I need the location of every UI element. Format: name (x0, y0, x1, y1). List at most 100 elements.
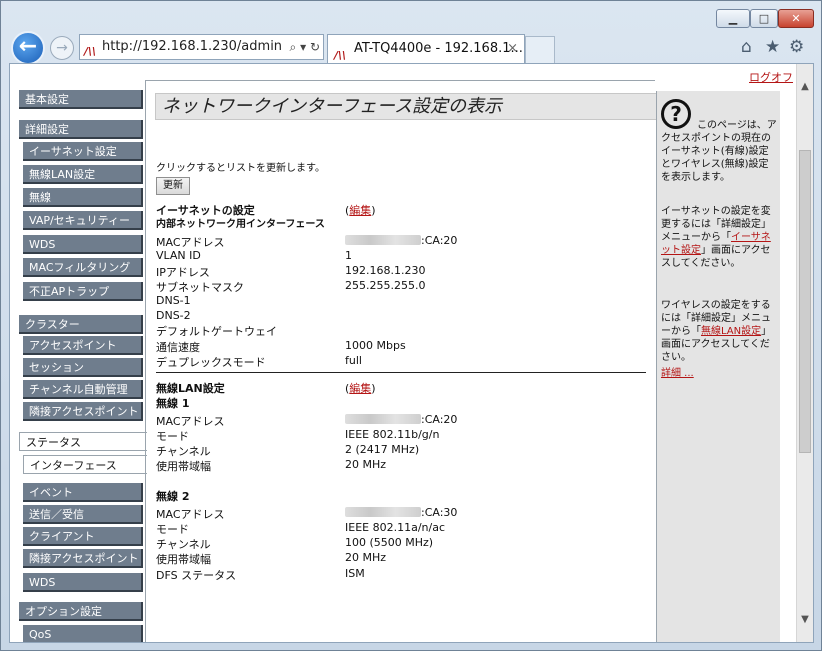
search-icon[interactable]: ⌕ (290, 40, 297, 54)
radio2-mac-value: :CA:30 (345, 506, 457, 519)
help-panel: ? このページは、アクセスポイントの現在のイーサネット(有線)設定とワイヤレス(… (656, 91, 780, 642)
nav-neighbor-ap[interactable]: 隣接アクセスポイント (23, 402, 143, 421)
ethernet-edit-link[interactable]: 編集 (349, 204, 371, 217)
nav-status[interactable]: ステータス (19, 432, 147, 451)
address-bar[interactable]: /\\ http://192.168.1.230/admin ⌕ ▾ ↻ (79, 34, 324, 60)
radio1-label-bandwidth: 使用帯域幅 (156, 460, 211, 473)
radio2-label-dfs: DFS ステータス (156, 569, 237, 582)
nav-vap-security[interactable]: VAP/セキュリティー (23, 211, 143, 230)
scroll-down-icon[interactable]: ▼ (797, 611, 813, 628)
mac-suffix: :CA:30 (421, 506, 458, 519)
nav-wlan-settings[interactable]: 無線LAN設定 (23, 165, 143, 184)
help-wireless: ワイヤレスの設定をするには「詳細設定」メニューから「無線LAN設定」画面にアクセ… (661, 299, 777, 364)
section-divider (156, 372, 646, 373)
wlan-heading: 無線LAN設定 (156, 382, 225, 395)
maximize-button[interactable]: □ (750, 9, 778, 28)
vertical-scrollbar[interactable]: ▲ ▼ (796, 64, 813, 642)
nav-clients[interactable]: クライアント (23, 527, 143, 546)
site-favicon-icon: /\\ (84, 45, 97, 58)
nav-mac-filtering[interactable]: MACフィルタリング (23, 258, 143, 277)
ethernet-edit: (編集) (345, 202, 376, 218)
redacted-mac-prefix (345, 235, 421, 245)
nav-access-points[interactable]: アクセスポイント (23, 336, 143, 355)
label-dns2: DNS-2 (156, 309, 191, 322)
radio2-bandwidth-value: 20 MHz (345, 551, 387, 564)
ethernet-subnet-value: 255.255.255.0 (345, 279, 426, 292)
radio1-label-channel: チャンネル (156, 445, 211, 458)
refresh-button[interactable]: 更新 (156, 177, 190, 195)
nav-options[interactable]: オプション設定 (19, 602, 143, 621)
help-wireless-link[interactable]: 無線LAN設定 (701, 326, 761, 337)
label-dns1: DNS-1 (156, 294, 191, 307)
ethernet-ip-value: 192.168.1.230 (345, 264, 426, 277)
radio2-label-channel: チャンネル (156, 538, 211, 551)
nav-sessions[interactable]: セッション (23, 358, 143, 377)
radio1-label-mode: モード (156, 430, 189, 443)
radio2-dfs-value: ISM (345, 567, 365, 580)
help-ethernet: イーサネットの設定を変更するには「詳細設定」メニューから「イーサネット設定」画面… (661, 205, 777, 270)
forward-button[interactable]: → (50, 36, 74, 60)
label-mac: MACアドレス (156, 236, 225, 249)
address-controls[interactable]: ⌕ ▾ ↻ (290, 35, 320, 59)
wlan-edit: (編集) (345, 380, 376, 396)
nav-basic-settings[interactable]: 基本設定 (19, 90, 143, 109)
scroll-thumb[interactable] (799, 150, 811, 453)
radio2-label-mode: モード (156, 523, 189, 536)
page-viewport: ログオフ 基本設定 詳細設定 イーサネット設定 無線LAN設定 無線 VAP/セ… (9, 63, 814, 643)
favorites-star-icon[interactable]: ★ (765, 37, 780, 57)
paren-close: ) (371, 204, 376, 217)
radio2-channel-value: 100 (5500 MHz) (345, 536, 434, 549)
radio2-heading: 無線 2 (156, 490, 190, 503)
nav-events[interactable]: イベント (23, 483, 143, 502)
ethernet-mac-value: :CA:20 (345, 234, 457, 247)
home-icon[interactable]: ⌂ (741, 37, 752, 57)
radio1-label-mac: MACアドレス (156, 415, 225, 428)
help-more-link[interactable]: 詳細 ... (661, 368, 694, 379)
main-content: ネットワークインターフェース設定の表示 クリックするとリストを更新します。 更新… (145, 80, 679, 642)
mac-suffix: :CA:20 (421, 413, 458, 426)
radio2-mode-value: IEEE 802.11a/n/ac (345, 521, 445, 534)
nav-wds-status[interactable]: WDS (23, 573, 143, 592)
label-vlan: VLAN ID (156, 249, 201, 262)
forward-arrow-icon: → (56, 40, 68, 56)
redacted-mac-prefix (345, 507, 421, 517)
nav-rogue-ap[interactable]: 不正APトラップ (23, 282, 143, 301)
new-tab-button[interactable] (525, 36, 555, 63)
nav-advanced-settings[interactable]: 詳細設定 (19, 120, 143, 139)
ethernet-vlan-value: 1 (345, 249, 352, 262)
label-ip: IPアドレス (156, 266, 210, 279)
refresh-icon[interactable]: ↻ (310, 40, 320, 54)
url-text: http://192.168.1.230/admin (102, 39, 283, 54)
nav-interfaces[interactable]: インターフェース (23, 455, 147, 474)
logoff-link[interactable]: ログオフ (749, 69, 793, 85)
nav-wds[interactable]: WDS (23, 235, 143, 254)
ethernet-speed-value: 1000 Mbps (345, 339, 406, 352)
wlan-edit-link[interactable]: 編集 (349, 382, 371, 395)
ethernet-duplex-value: full (345, 354, 362, 367)
refresh-instructions: クリックするとリストを更新します。 (156, 163, 325, 174)
label-duplex: デュプレックスモード (156, 356, 266, 369)
label-gateway: デフォルトゲートウェイ (156, 325, 277, 338)
nav-channel-management[interactable]: チャンネル自動管理 (23, 380, 143, 399)
scroll-up-icon[interactable]: ▲ (797, 78, 813, 95)
paren-close: ) (371, 382, 376, 395)
settings-gear-icon[interactable]: ⚙ (789, 37, 804, 57)
nav-neighbor-ap-status[interactable]: 隣接アクセスポイント (23, 549, 143, 568)
close-window-button[interactable]: ✕ (778, 9, 814, 28)
nav-wireless[interactable]: 無線 (23, 188, 143, 207)
tab-title: AT-TQ4400e - 192.168.1... (354, 41, 523, 56)
radio1-mac-value: :CA:20 (345, 413, 457, 426)
nav-tx-rx[interactable]: 送信／受信 (23, 505, 143, 524)
nav-qos[interactable]: QoS (23, 625, 143, 642)
back-button[interactable]: ← (11, 31, 45, 65)
nav-cluster[interactable]: クラスター (19, 315, 143, 334)
radio1-channel-value: 2 (2417 MHz) (345, 443, 420, 456)
radio1-mode-value: IEEE 802.11b/g/n (345, 428, 440, 441)
radio1-heading: 無線 1 (156, 397, 190, 410)
redacted-mac-prefix (345, 414, 421, 424)
browser-tab[interactable]: /\\ AT-TQ4400e - 192.168.1... × (327, 34, 525, 63)
nav-ethernet-settings[interactable]: イーサネット設定 (23, 142, 143, 161)
minimize-button[interactable]: ▁ (716, 9, 750, 28)
label-subnet: サブネットマスク (156, 281, 244, 294)
tab-close-icon[interactable]: × (507, 35, 518, 62)
